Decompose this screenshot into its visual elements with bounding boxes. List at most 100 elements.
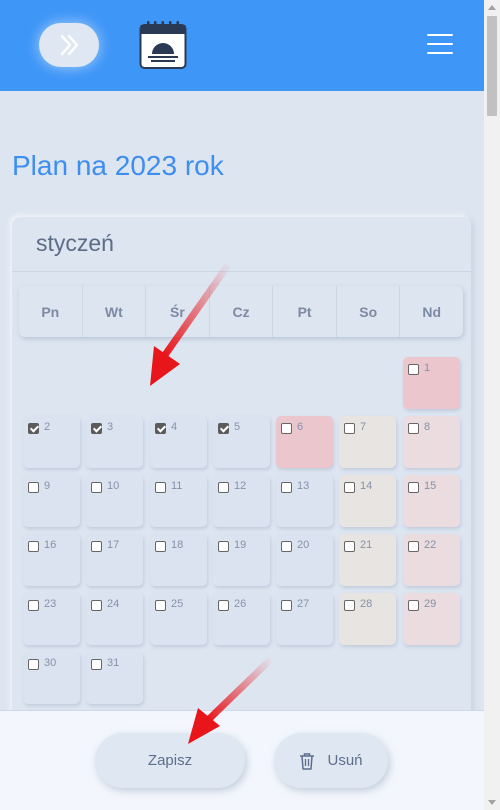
day-checkbox[interactable]	[155, 600, 166, 611]
day-checkbox[interactable]	[408, 600, 419, 611]
day-checkbox[interactable]	[408, 423, 419, 434]
day-number: 9	[44, 480, 51, 492]
day-number: 31	[107, 657, 120, 669]
day-number: 10	[107, 480, 120, 492]
day-cell[interactable]: 1	[403, 357, 460, 409]
day-cell[interactable]: 30	[23, 652, 80, 704]
day-cell[interactable]: 6	[276, 416, 333, 468]
day-checkbox[interactable]	[28, 423, 39, 434]
day-number: 15	[424, 480, 437, 492]
weekday-label: Nd	[422, 303, 442, 320]
day-cell[interactable]: 11	[150, 475, 207, 527]
day-checkbox[interactable]	[218, 600, 229, 611]
day-checkbox[interactable]	[91, 541, 102, 552]
day-cell[interactable]: 3	[86, 416, 143, 468]
day-cell[interactable]: 14	[339, 475, 396, 527]
day-checkbox[interactable]	[281, 482, 292, 493]
day-cell[interactable]: 15	[403, 475, 460, 527]
calendar-sunrise-icon[interactable]	[139, 20, 187, 70]
day-number: 3	[107, 421, 114, 433]
day-checkbox[interactable]	[281, 423, 292, 434]
day-checkbox[interactable]	[344, 541, 355, 552]
day-checkbox[interactable]	[408, 541, 419, 552]
day-number: 4	[171, 421, 178, 433]
page-scrollbar[interactable]	[484, 0, 500, 810]
save-button[interactable]: Zapisz	[95, 733, 245, 788]
day-checkbox[interactable]	[28, 541, 39, 552]
delete-button[interactable]: Usuń	[274, 733, 388, 788]
day-number: 27	[297, 598, 310, 610]
day-number: 26	[234, 598, 247, 610]
page-title: Plan na 2023 rok	[12, 150, 224, 181]
day-cell[interactable]: 20	[276, 534, 333, 586]
day-checkbox[interactable]	[218, 482, 229, 493]
day-cell[interactable]: 27	[276, 593, 333, 645]
day-cell[interactable]: 16	[23, 534, 80, 586]
trash-icon	[300, 752, 315, 770]
day-cell[interactable]: 22	[403, 534, 460, 586]
day-cell[interactable]: 23	[23, 593, 80, 645]
day-number: 23	[44, 598, 57, 610]
day-cell[interactable]: 10	[86, 475, 143, 527]
day-checkbox[interactable]	[91, 659, 102, 670]
day-number: 14	[360, 480, 373, 492]
day-checkbox[interactable]	[28, 600, 39, 611]
day-checkbox[interactable]	[28, 482, 39, 493]
day-cell[interactable]: 28	[339, 593, 396, 645]
day-checkbox[interactable]	[218, 541, 229, 552]
day-checkbox[interactable]	[344, 482, 355, 493]
delete-button-label: Usuń	[327, 752, 363, 769]
day-number: 5	[234, 421, 241, 433]
scroll-down-icon[interactable]	[488, 800, 496, 805]
day-cell[interactable]: 25	[150, 593, 207, 645]
day-checkbox[interactable]	[281, 541, 292, 552]
day-number: 17	[107, 539, 120, 551]
hamburger-menu-icon[interactable]	[427, 34, 453, 56]
weekday-label: Cz	[210, 286, 274, 337]
day-cell[interactable]: 29	[403, 593, 460, 645]
day-checkbox[interactable]	[91, 482, 102, 493]
day-checkbox[interactable]	[91, 423, 102, 434]
sidebar-toggle-button[interactable]	[39, 23, 99, 67]
day-checkbox[interactable]	[344, 600, 355, 611]
day-cell[interactable]: 26	[213, 593, 270, 645]
day-number: 24	[107, 598, 120, 610]
day-cell[interactable]: 2	[23, 416, 80, 468]
day-checkbox[interactable]	[408, 482, 419, 493]
day-cell[interactable]: 24	[86, 593, 143, 645]
weekday-label: Wt	[83, 286, 147, 337]
day-checkbox[interactable]	[344, 423, 355, 434]
day-cell[interactable]: 4	[150, 416, 207, 468]
day-cell[interactable]: 19	[213, 534, 270, 586]
day-checkbox[interactable]	[155, 423, 166, 434]
scroll-up-icon[interactable]	[488, 5, 496, 10]
day-cell[interactable]: 8	[403, 416, 460, 468]
day-cell[interactable]: 17	[86, 534, 143, 586]
double-chevron-right-icon	[60, 34, 79, 56]
weekday-label: Śr	[146, 286, 210, 337]
day-checkbox[interactable]	[408, 364, 419, 375]
day-cell[interactable]: 21	[339, 534, 396, 586]
day-cell[interactable]: 7	[339, 416, 396, 468]
day-checkbox[interactable]	[28, 659, 39, 670]
day-checkbox[interactable]	[155, 541, 166, 552]
day-checkbox[interactable]	[155, 482, 166, 493]
day-cell[interactable]: 31	[86, 652, 143, 704]
day-checkbox[interactable]	[281, 600, 292, 611]
scroll-thumb[interactable]	[487, 16, 497, 116]
day-number: 30	[44, 657, 57, 669]
day-checkbox[interactable]	[218, 423, 229, 434]
day-number: 19	[234, 539, 247, 551]
day-cell[interactable]: 5	[213, 416, 270, 468]
day-number: 11	[171, 480, 183, 492]
day-checkbox[interactable]	[91, 600, 102, 611]
day-number: 18	[171, 539, 184, 551]
day-number: 28	[360, 598, 373, 610]
day-cell[interactable]: 13	[276, 475, 333, 527]
day-number: 20	[297, 539, 310, 551]
day-cell[interactable]: 9	[23, 475, 80, 527]
weekday-label: Pt	[273, 286, 337, 337]
day-number: 21	[360, 539, 373, 551]
day-cell[interactable]: 12	[213, 475, 270, 527]
day-cell[interactable]: 18	[150, 534, 207, 586]
